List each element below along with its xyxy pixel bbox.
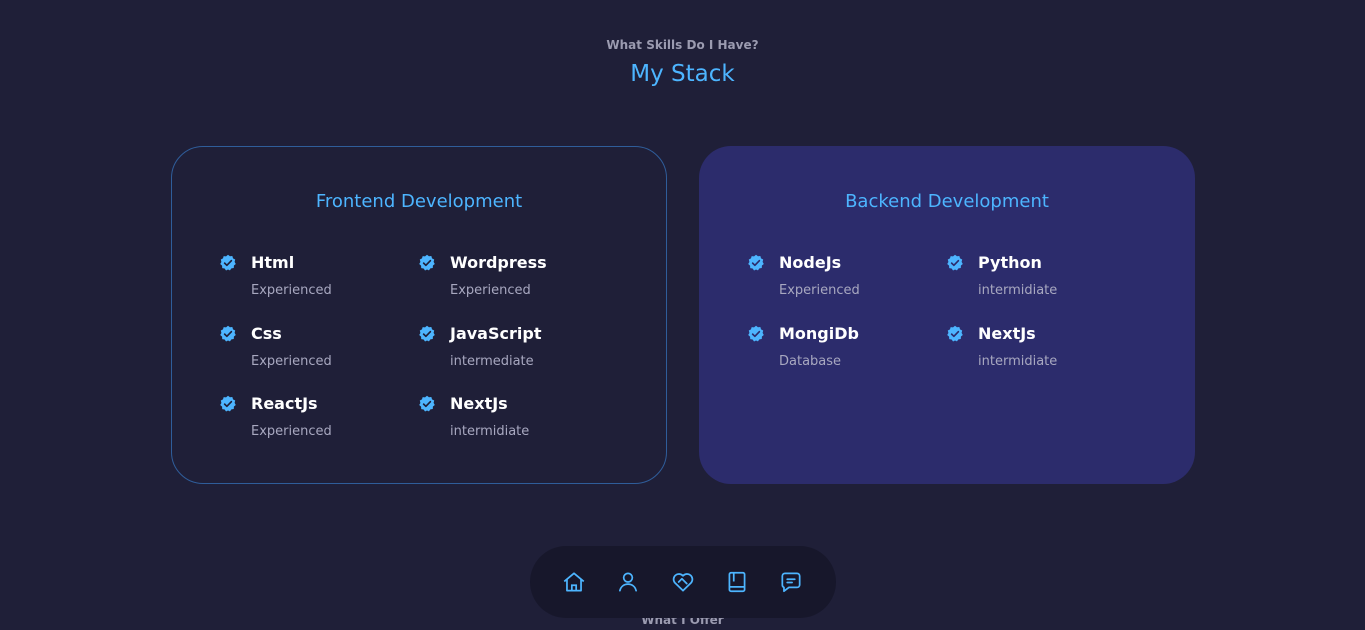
section-eyebrow: What Skills Do I Have? bbox=[606, 38, 759, 52]
skill-item: NodeJs Experienced bbox=[747, 253, 927, 303]
section-title: My Stack bbox=[630, 61, 735, 87]
verified-check-icon bbox=[748, 325, 764, 342]
skill-item: Html Experienced bbox=[219, 253, 399, 303]
verified-check-icon bbox=[419, 254, 435, 271]
skill-item: Css Experienced bbox=[219, 324, 399, 374]
skill-name: MongiDb bbox=[779, 324, 859, 343]
portfolio-page: What Skills Do I Have? My Stack Frontend… bbox=[0, 0, 1365, 630]
skill-name: Wordpress bbox=[450, 253, 547, 272]
skill-item: Python intermidiate bbox=[946, 253, 1126, 303]
skill-item: NextJs intermidiate bbox=[946, 324, 1126, 374]
skill-level: intermidiate bbox=[978, 354, 1058, 369]
skill-level: Experienced bbox=[779, 283, 860, 298]
skill-item: NextJs intermidiate bbox=[418, 394, 598, 444]
verified-check-icon bbox=[419, 325, 435, 342]
skill-name: Css bbox=[251, 324, 282, 343]
skill-name: Html bbox=[251, 253, 295, 272]
bottom-navbar bbox=[530, 546, 836, 618]
message-icon[interactable] bbox=[778, 569, 804, 595]
skill-name: Python bbox=[978, 253, 1042, 272]
backend-card-title: Backend Development bbox=[845, 191, 1049, 212]
skill-level: intermediate bbox=[450, 354, 534, 369]
skill-level: Experienced bbox=[251, 424, 332, 439]
skill-level: intermidiate bbox=[978, 283, 1058, 298]
backend-card: Backend Development NodeJs Experienced P… bbox=[699, 146, 1195, 484]
skill-level: Experienced bbox=[450, 283, 531, 298]
skill-item: ReactJs Experienced bbox=[219, 394, 399, 444]
frontend-card-title: Frontend Development bbox=[315, 191, 523, 212]
verified-check-icon bbox=[419, 395, 435, 412]
skill-name: ReactJs bbox=[251, 394, 318, 413]
skill-item: JavaScript intermediate bbox=[418, 324, 598, 374]
skill-level: Experienced bbox=[251, 354, 332, 369]
verified-check-icon bbox=[947, 254, 963, 271]
skill-name: NodeJs bbox=[779, 253, 842, 272]
skill-name: NextJs bbox=[450, 394, 508, 413]
verified-check-icon bbox=[947, 325, 963, 342]
home-icon[interactable] bbox=[561, 569, 587, 595]
skill-item: MongiDb Database bbox=[747, 324, 927, 374]
skill-item: Wordpress Experienced bbox=[418, 253, 598, 303]
skill-level: intermidiate bbox=[450, 424, 530, 439]
skill-level: Database bbox=[779, 354, 842, 369]
book-icon[interactable] bbox=[724, 569, 750, 595]
user-icon[interactable] bbox=[615, 569, 641, 595]
verified-check-icon bbox=[748, 254, 764, 271]
skill-name: NextJs bbox=[978, 324, 1036, 343]
handshake-icon[interactable] bbox=[670, 569, 696, 595]
verified-check-icon bbox=[220, 395, 236, 412]
verified-check-icon bbox=[220, 254, 236, 271]
verified-check-icon bbox=[220, 325, 236, 342]
skill-level: Experienced bbox=[251, 283, 332, 298]
skill-name: JavaScript bbox=[450, 324, 542, 343]
frontend-card: Frontend Development Html Experienced Wo… bbox=[171, 146, 667, 484]
